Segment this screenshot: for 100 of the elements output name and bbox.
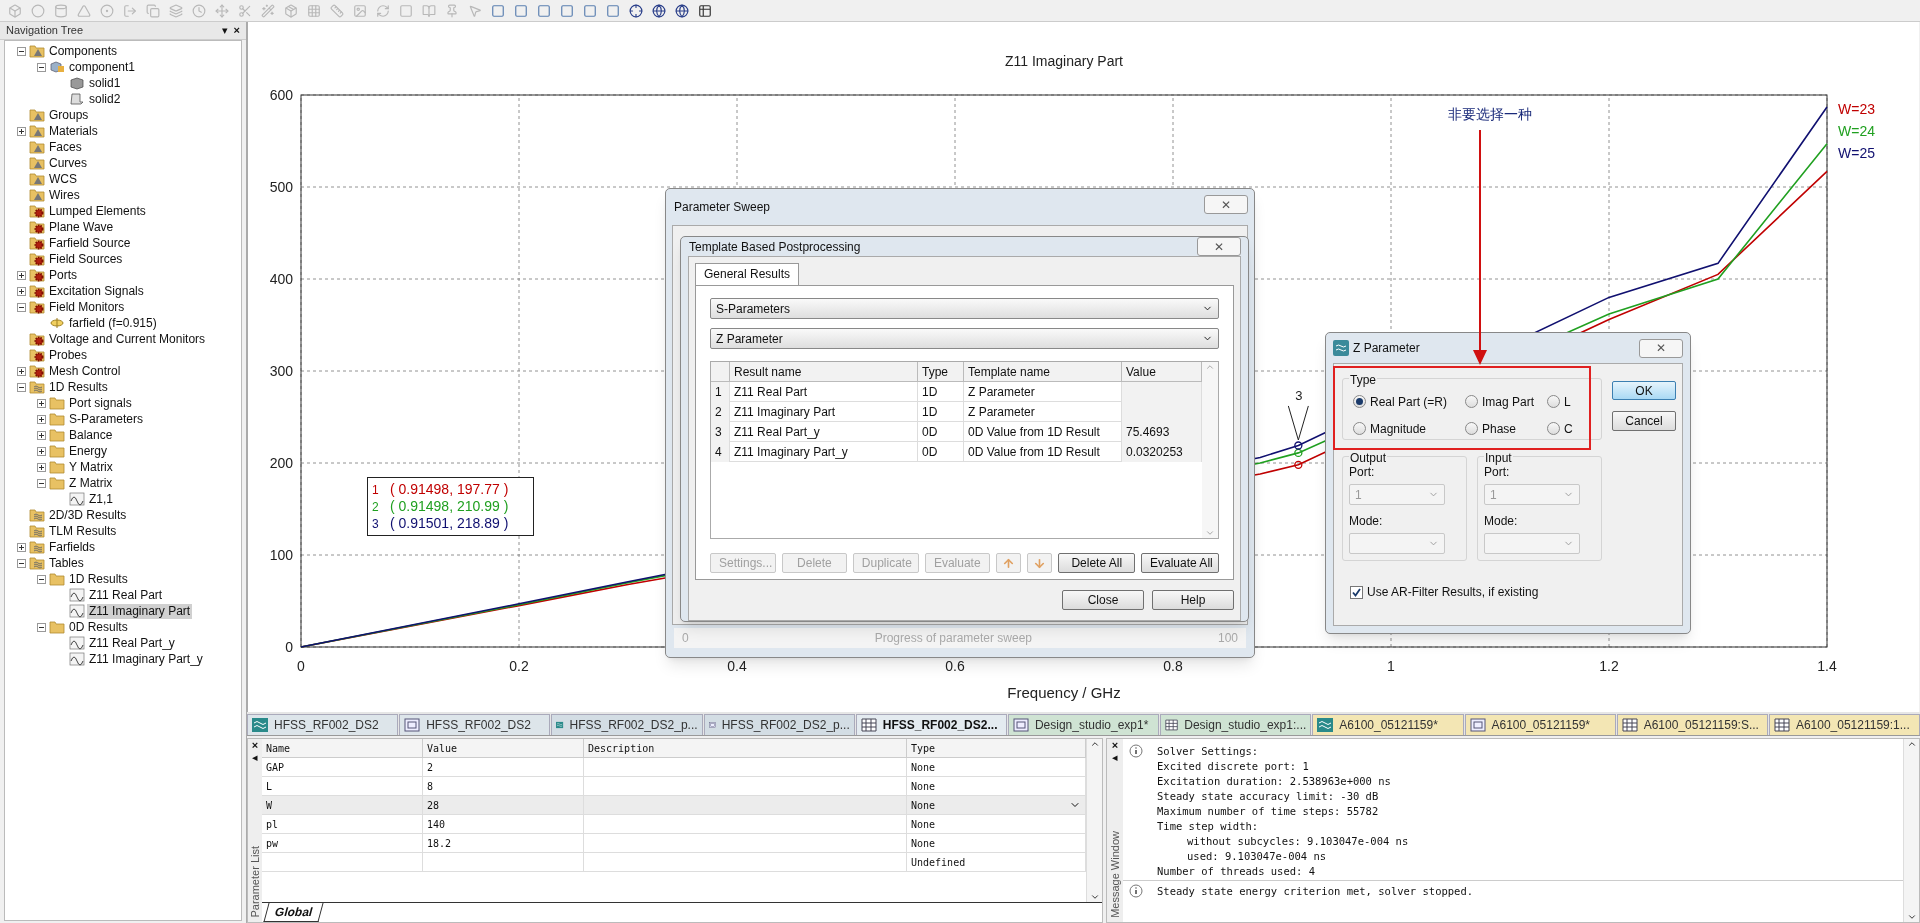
cube-icon[interactable]	[8, 3, 22, 18]
tree-item[interactable]: Farfields	[47, 539, 97, 555]
book-icon[interactable]	[422, 3, 436, 18]
document-tab[interactable]: HFSS_RF002_DS2	[247, 714, 399, 735]
tree-item[interactable]: Y Matrix	[67, 459, 115, 475]
pointer-icon[interactable]	[468, 3, 482, 18]
collapse-toggle[interactable]	[16, 302, 26, 312]
parameter-row[interactable]: pl 140 None	[262, 815, 1086, 834]
tree-item[interactable]: WCS	[47, 171, 79, 187]
sphere-icon[interactable]	[31, 3, 45, 18]
column-header[interactable]: Type	[918, 362, 964, 382]
expand-toggle[interactable]	[36, 446, 46, 456]
tree-item[interactable]: Voltage and Current Monitors	[47, 331, 208, 347]
tree-item[interactable]: Excitation Signals	[47, 283, 146, 299]
dialog-tab[interactable]: General Results	[695, 263, 800, 285]
tree-item[interactable]: Z11 Real Part	[87, 587, 165, 603]
tree-item[interactable]: Z11 Real Part_y	[87, 635, 177, 651]
radio-button[interactable]	[1547, 422, 1560, 435]
tree-item[interactable]: 0D Results	[67, 619, 130, 635]
close-button[interactable]: ×	[233, 22, 240, 39]
tree-item[interactable]: Ports	[47, 267, 79, 283]
document-tab[interactable]: A6100_05121159:1...	[1768, 714, 1920, 735]
tree-item[interactable]: Port signals	[67, 395, 134, 411]
cylinder-icon[interactable]	[54, 3, 68, 18]
ok-button[interactable]: OK	[1612, 381, 1676, 400]
tree-item[interactable]: Farfield Source	[47, 235, 133, 251]
tree-item[interactable]: Energy	[67, 443, 110, 459]
tree-item[interactable]: Z11 Imaginary Part	[87, 603, 193, 619]
radio-button[interactable]	[1547, 395, 1560, 408]
expand-toggle[interactable]	[36, 414, 46, 424]
close-button[interactable]: ✕	[1639, 338, 1683, 358]
tree-item[interactable]: component1	[67, 59, 138, 75]
tree-item[interactable]: Faces	[47, 139, 84, 155]
tree-item[interactable]: 2D/3D Results	[47, 507, 129, 523]
table-icon[interactable]	[698, 3, 712, 18]
tree-item[interactable]: Plane Wave	[47, 219, 116, 235]
document-tab[interactable]: HFSS_RF002_DS2...	[855, 714, 1007, 735]
pin-icon[interactable]	[445, 3, 459, 18]
tree-item[interactable]: TLM Results	[47, 523, 119, 539]
column-header[interactable]: Result name	[730, 362, 918, 382]
tree-item[interactable]: farfield (f=0.915)	[67, 315, 159, 331]
scroll-down-icon[interactable]	[1906, 912, 1917, 922]
document-tab[interactable]: A6100_05121159:S...	[1616, 714, 1768, 735]
expand-toggle[interactable]	[36, 398, 46, 408]
close-button[interactable]: ✕	[1204, 195, 1248, 214]
document-tab[interactable]: A6100_05121159*	[1312, 714, 1464, 735]
pin-button[interactable]: ▾	[221, 22, 228, 39]
image-icon[interactable]	[353, 3, 367, 18]
square-icon[interactable]	[583, 3, 597, 18]
document-tab[interactable]: HFSS_RF002_DS2_p...	[703, 714, 855, 735]
tree-item[interactable]: Balance	[67, 427, 115, 443]
package-icon[interactable]	[284, 3, 298, 18]
tree-item[interactable]: solid1	[87, 75, 123, 91]
parameter-row[interactable]: GAP 2 None	[262, 758, 1086, 777]
parameter-row[interactable]: Undefined	[262, 853, 1086, 872]
expand-toggle[interactable]	[16, 366, 26, 376]
radio-button[interactable]	[1353, 395, 1366, 408]
tree-item[interactable]: Tables	[47, 555, 86, 571]
document-tab[interactable]: Design_studio_exp1:...	[1160, 714, 1312, 735]
scissors-icon[interactable]	[238, 3, 252, 18]
dropdown[interactable]: S-Parameters	[710, 298, 1219, 319]
tree-item[interactable]: Z11 Imaginary Part_y	[87, 651, 205, 667]
parameter-row[interactable]: L 8 None	[262, 777, 1086, 796]
tree-item[interactable]: Materials	[47, 123, 100, 139]
tree-item[interactable]: solid2	[87, 91, 123, 107]
dialog-button[interactable]: Help	[1152, 590, 1234, 610]
copy-icon[interactable]	[146, 3, 160, 18]
tree-item[interactable]: S-Parameters	[67, 411, 146, 427]
tree-item[interactable]: Components	[47, 43, 120, 59]
close-button[interactable]: ×	[1111, 739, 1119, 751]
crosshair-icon[interactable]	[629, 3, 643, 18]
cancel-button[interactable]: Cancel	[1612, 411, 1676, 431]
expand-toggle[interactable]	[16, 270, 26, 280]
extrude-icon[interactable]	[123, 3, 137, 18]
square-icon[interactable]	[491, 3, 505, 18]
tree-item[interactable]: 1D Results	[67, 571, 130, 587]
tree-item[interactable]: Field Monitors	[47, 299, 127, 315]
torus-icon[interactable]	[100, 3, 114, 18]
tree-item[interactable]: Groups	[47, 107, 91, 123]
expand-toggle[interactable]	[16, 542, 26, 552]
document-tab[interactable]: HFSS_RF002_DS2_p...	[551, 714, 703, 735]
move-icon[interactable]	[215, 3, 229, 18]
close-button[interactable]: ✕	[1197, 237, 1241, 256]
scrollbar[interactable]	[1086, 739, 1102, 902]
tree-item[interactable]: Field Sources	[47, 251, 125, 267]
tree-item[interactable]: Mesh Control	[47, 363, 123, 379]
tree-item[interactable]: Wires	[47, 187, 82, 203]
tree-item[interactable]: Curves	[47, 155, 89, 171]
scroll-up-icon[interactable]	[1906, 739, 1917, 749]
collapse-toggle[interactable]	[16, 46, 26, 56]
expand-toggle[interactable]	[16, 126, 26, 136]
action-button[interactable]: Delete All	[1058, 553, 1135, 573]
refresh-icon[interactable]	[376, 3, 390, 18]
grid-icon[interactable]	[307, 3, 321, 18]
radio-button[interactable]	[1465, 395, 1478, 408]
wand-icon[interactable]	[261, 3, 275, 18]
radio-button[interactable]	[1353, 422, 1366, 435]
column-header[interactable]: Template name	[964, 362, 1122, 382]
square-icon[interactable]	[537, 3, 551, 18]
globe-icon[interactable]	[675, 3, 689, 18]
